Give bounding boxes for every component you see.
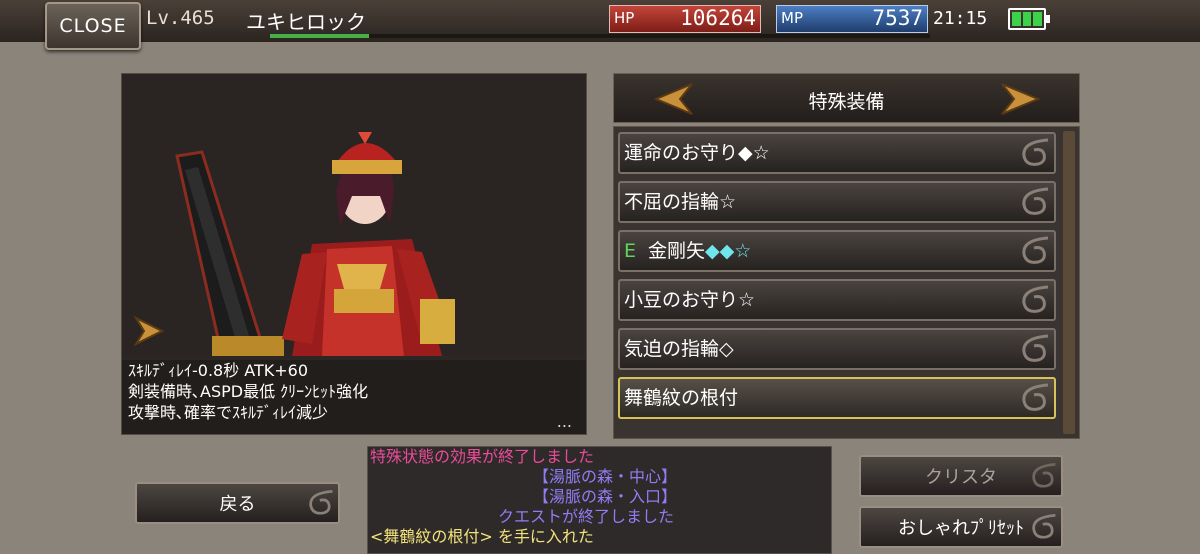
fashion-preset-button[interactable]: おしゃれﾌﾟﾘｾｯﾄ: [859, 506, 1063, 548]
character-model-image: [122, 74, 586, 356]
item-rank: ◇: [719, 338, 734, 360]
equip-list: 運命のお守り◆☆ 不屈の指輪☆ E 金剛矢◆◆☆ 小豆のお守り☆ 気迫の指輪◇ 舞…: [613, 126, 1080, 439]
more-indicator[interactable]: ...: [557, 411, 572, 432]
rotate-right-arrow-icon[interactable]: [132, 314, 166, 348]
battery-icon: [1008, 8, 1050, 30]
swirl-ornament-icon: [1022, 138, 1049, 166]
list-item[interactable]: 小豆のお守り☆: [618, 279, 1056, 321]
item-name: 気迫の指輪: [624, 338, 720, 360]
message-log: 特殊状態の効果が終了しました 【湯脈の森・中心】 【湯脈の森・入口】 クエストが…: [367, 446, 832, 554]
log-line: 【湯脈の森・中心】: [533, 467, 678, 486]
next-category-arrow-icon[interactable]: [1000, 82, 1040, 116]
item-rank: ◆◆☆: [705, 240, 752, 262]
swirl-ornament-icon: [1032, 462, 1056, 488]
list-scrollbar[interactable]: [1063, 131, 1075, 434]
battery-cell: [1022, 12, 1032, 26]
character-preview[interactable]: [122, 74, 586, 356]
item-name: 運命のお守り: [624, 142, 739, 164]
battery-cell: [1033, 12, 1043, 26]
battery-cell: [1012, 12, 1021, 26]
list-item-equipped[interactable]: E 金剛矢◆◆☆: [618, 230, 1056, 272]
mp-label: MP: [781, 9, 803, 27]
player-level: Lv.465: [146, 7, 215, 29]
item-description: ｽｷﾙﾃﾞｨﾚｲ-0.8秒 ATK+60 剣装備時､ASPD最低 ｸﾘｰﾝﾋｯﾄ…: [122, 360, 586, 434]
swirl-ornament-icon: [1022, 236, 1049, 264]
item-name: 舞鶴紋の根付: [624, 387, 739, 409]
item-rank: ☆: [719, 191, 737, 213]
log-line: クエストが終了しました: [498, 507, 675, 526]
list-item[interactable]: 運命のお守り◆☆: [618, 132, 1056, 174]
list-item[interactable]: 気迫の指輪◇: [618, 328, 1056, 370]
fashion-preset-label: おしゃれﾌﾟﾘｾｯﾄ: [898, 518, 1024, 539]
item-name: 不屈の指輪: [624, 191, 720, 213]
swirl-ornament-icon: [1022, 187, 1049, 215]
item-name: 小豆のお守り: [624, 289, 739, 311]
clock: 21:15: [933, 8, 988, 29]
equip-category-header: 特殊装備: [613, 73, 1080, 123]
hp-gauge: HP 106264: [609, 5, 761, 33]
character-panel: ｽｷﾙﾃﾞｨﾚｲ-0.8秒 ATK+60 剣装備時､ASPD最低 ｸﾘｰﾝﾋｯﾄ…: [121, 73, 587, 435]
swirl-ornament-icon: [1022, 334, 1049, 362]
player-name: ユキヒロック: [246, 10, 366, 34]
equipped-mark: E: [624, 240, 637, 262]
desc-line: 剣装備時､ASPD最低 ｸﾘｰﾝﾋｯﾄ強化: [128, 382, 369, 401]
item-rank: ◆☆: [738, 142, 770, 164]
log-line: 【湯脈の森・入口】: [533, 487, 678, 506]
desc-line: ｽｷﾙﾃﾞｨﾚｲ-0.8秒 ATK+60: [128, 361, 309, 380]
item-rank: ☆: [738, 289, 756, 311]
desc-line: 攻撃時､確率でｽｷﾙﾃﾞｨﾚｲ減少: [128, 403, 329, 422]
log-line: 特殊状態の効果が終了しました: [370, 447, 595, 466]
list-item[interactable]: 不屈の指輪☆: [618, 181, 1056, 223]
hp-value: 106264: [680, 6, 756, 30]
swirl-ornament-icon: [1032, 513, 1056, 539]
swirl-ornament-icon: [309, 489, 333, 515]
back-button[interactable]: 戻る: [135, 482, 340, 524]
mp-value: 7537: [872, 6, 923, 30]
crysta-button[interactable]: クリスタ: [859, 455, 1063, 497]
log-line: <舞鶴紋の根付> を手に入れた: [370, 527, 594, 546]
mp-gauge: MP 7537: [776, 5, 928, 33]
list-item-selected[interactable]: 舞鶴紋の根付: [618, 377, 1056, 419]
crysta-button-label: クリスタ: [925, 467, 997, 488]
exp-bar: [270, 34, 930, 38]
swirl-ornament-icon: [1022, 285, 1049, 313]
close-button[interactable]: CLOSE: [45, 2, 141, 50]
exp-bar-fill: [270, 34, 369, 38]
back-button-label: 戻る: [219, 494, 256, 515]
swirl-ornament-icon: [1022, 383, 1049, 411]
item-name: 金剛矢: [648, 240, 706, 262]
hp-label: HP: [614, 9, 635, 27]
